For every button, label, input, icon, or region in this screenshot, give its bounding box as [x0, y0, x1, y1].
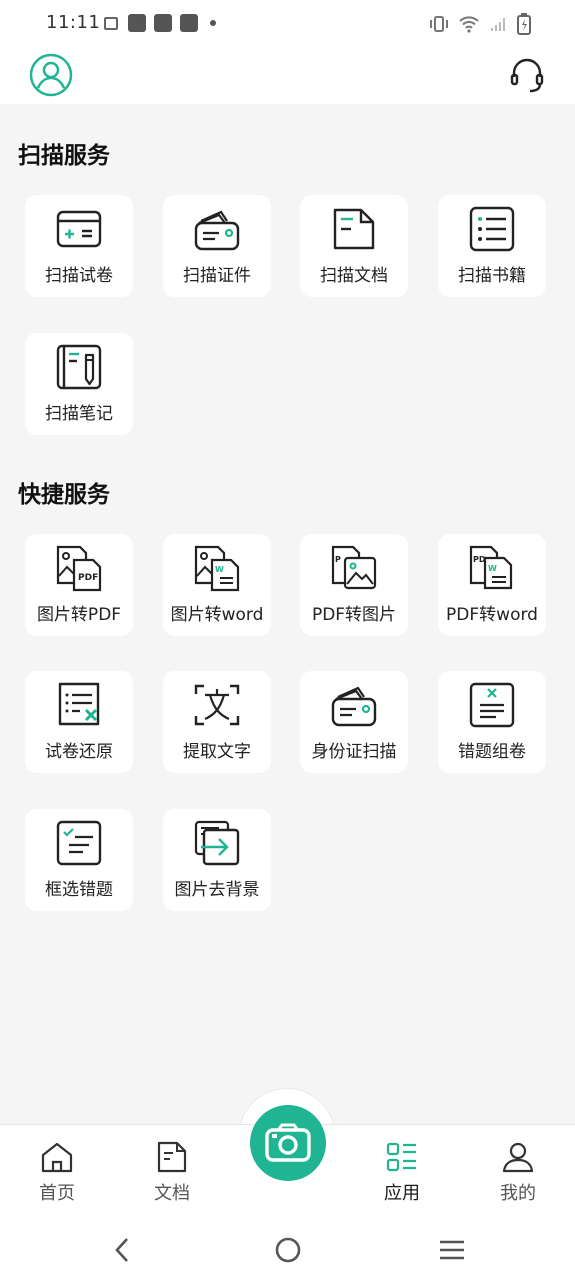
nav-document[interactable]: 文档	[127, 1141, 217, 1205]
nav-label: 首页	[39, 1183, 75, 1204]
pdf-to-image-icon: P	[331, 545, 377, 590]
service-label: 扫描文档	[320, 266, 388, 286]
system-back-button[interactable]	[102, 1234, 142, 1266]
app-notification-icon	[180, 14, 198, 32]
service-label: 框选错题	[45, 880, 113, 900]
menu-lines-icon	[440, 1240, 464, 1260]
remove-background-icon	[194, 820, 240, 866]
vibrate-icon	[430, 16, 448, 32]
headset-icon	[510, 58, 544, 93]
section-title-scan: 扫描服务	[18, 143, 110, 169]
status-time: 11:11	[46, 12, 101, 33]
back-chevron-icon	[115, 1238, 128, 1262]
service-card-image-to-word[interactable]: W 图片转word	[163, 534, 271, 636]
image-to-word-icon: W	[194, 545, 240, 592]
system-home-button[interactable]	[268, 1234, 308, 1266]
gallery-notification-icon	[104, 16, 118, 30]
notebook-pen-icon	[56, 344, 102, 390]
service-label: 提取文字	[183, 742, 251, 762]
image-to-pdf-icon: PDF	[56, 545, 102, 592]
camera-button[interactable]	[250, 1105, 326, 1181]
signal-icon	[491, 18, 505, 31]
home-icon	[41, 1142, 73, 1173]
service-card-scan-document[interactable]: 扫描文档	[300, 195, 408, 297]
document-icon	[157, 1141, 187, 1173]
service-card-scan-id[interactable]: 扫描证件	[163, 195, 271, 297]
svg-text:PDF: PDF	[78, 573, 98, 583]
svg-text:W: W	[488, 564, 497, 573]
service-label: 试卷还原	[45, 742, 113, 762]
service-label: 图片转word	[170, 605, 264, 625]
section-title-quick: 快捷服务	[18, 482, 110, 508]
service-card-scan-notes[interactable]: 扫描笔记	[25, 333, 133, 435]
system-nav-bar	[0, 1220, 575, 1280]
service-card-image-to-pdf[interactable]: PDF 图片转PDF	[25, 534, 133, 636]
service-card-scan-exam[interactable]: 扫描试卷	[25, 195, 133, 297]
more-notifications-icon	[210, 20, 216, 26]
nav-label: 我的	[500, 1183, 536, 1204]
service-card-select-wrong-question[interactable]: 框选错题	[25, 809, 133, 911]
nav-profile[interactable]: 我的	[473, 1141, 563, 1205]
extract-text-icon	[194, 684, 240, 726]
nav-label: 文档	[154, 1183, 190, 1204]
service-label: PDF转图片	[311, 605, 397, 625]
nav-apps[interactable]: 应用	[357, 1141, 447, 1205]
wifi-icon	[459, 16, 479, 33]
status-right-icons	[429, 13, 531, 35]
customer-service-button[interactable]	[504, 52, 550, 98]
nav-home[interactable]: 首页	[12, 1141, 102, 1205]
service-card-pdf-to-word[interactable]: PD W PDF转word	[438, 534, 546, 636]
wrong-question-paper-icon	[469, 682, 515, 728]
profile-button[interactable]	[28, 52, 74, 98]
home-circle-icon	[275, 1237, 301, 1263]
service-label: 身份证扫描	[311, 742, 397, 762]
service-card-scan-book[interactable]: 扫描书籍	[438, 195, 546, 297]
exam-restore-icon	[58, 682, 100, 726]
book-list-icon	[469, 206, 515, 252]
select-wrong-question-icon	[56, 820, 102, 866]
svg-text:W: W	[215, 565, 224, 574]
service-label: 扫描书籍	[458, 266, 526, 286]
nav-label: 应用	[384, 1183, 420, 1204]
app-header	[0, 46, 575, 104]
notification-icons	[104, 14, 216, 32]
battery-icon	[517, 13, 531, 35]
document-scan-icon	[333, 208, 375, 250]
service-card-remove-background[interactable]: 图片去背景	[163, 809, 271, 911]
service-label: 扫描证件	[183, 266, 251, 286]
status-bar: 11:11	[0, 0, 575, 46]
service-card-wrong-question-paper[interactable]: 错题组卷	[438, 671, 546, 773]
app-notification-icon	[128, 14, 146, 32]
app-notification-icon	[154, 14, 172, 32]
id-card-scan-icon	[331, 686, 377, 727]
system-recents-button[interactable]	[432, 1234, 472, 1266]
pdf-to-word-icon: PDW	[469, 545, 513, 590]
apps-icon	[386, 1142, 416, 1172]
user-avatar-icon	[29, 53, 73, 97]
service-label: 错题组卷	[458, 742, 526, 762]
service-card-exam-restore[interactable]: 试卷还原	[25, 671, 133, 773]
service-label: 图片转PDF	[36, 605, 122, 625]
exam-scan-icon	[56, 210, 102, 248]
id-card-scan-icon	[194, 210, 240, 251]
camera-icon	[265, 1123, 311, 1162]
service-label: 扫描试卷	[45, 266, 113, 286]
user-icon	[502, 1142, 534, 1173]
service-label: 图片去背景	[174, 880, 260, 900]
svg-text:P: P	[335, 555, 341, 564]
service-label: PDF转word	[446, 605, 538, 625]
service-card-pdf-to-image[interactable]: P PDF转图片	[300, 534, 408, 636]
service-label: 扫描笔记	[45, 404, 113, 424]
service-card-id-card-scan[interactable]: 身份证扫描	[300, 671, 408, 773]
service-card-extract-text[interactable]: 提取文字	[163, 671, 271, 773]
